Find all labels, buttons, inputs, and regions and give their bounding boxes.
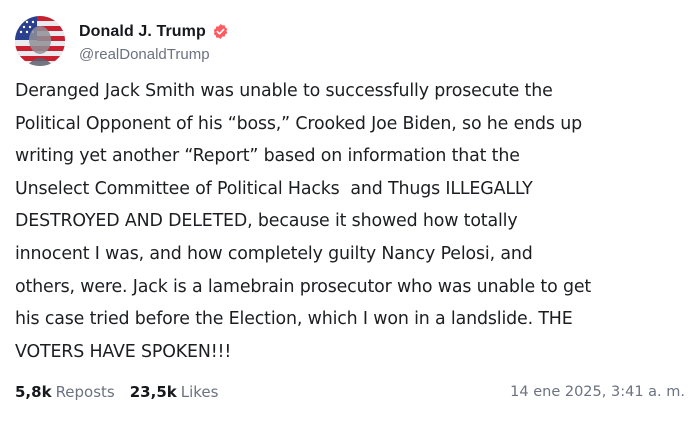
post-timestamp[interactable]: 14 ene 2025, 3:41 a. m. [510,384,685,400]
name-row: Donald J. Trump [79,20,229,44]
author-handle[interactable]: @realDonaldTrump [79,46,229,63]
post-text: Deranged Jack Smith was unable to succes… [15,81,592,362]
post-footer: 5,8k Reposts 23,5k Likes 14 ene 2025, 3:… [15,380,685,404]
reposts-label: Reposts [55,383,115,401]
likes-stat[interactable]: 23,5k Likes [130,383,219,401]
likes-label: Likes [180,383,219,401]
author-identity: Donald J. Trump @realDonaldTrump [79,20,229,63]
verified-badge-icon [212,23,229,40]
reposts-stat[interactable]: 5,8k Reposts [15,383,115,401]
likes-count: 23,5k [129,383,177,401]
reposts-count: 5,8k [15,383,52,401]
avatar-image [15,16,65,66]
post-stats: 5,8k Reposts 23,5k Likes [15,383,233,401]
post-header: Donald J. Trump @realDonaldTrump [15,15,229,67]
avatar[interactable] [15,16,65,66]
post-card: Donald J. Trump @realDonaldTrump Derange… [0,0,700,423]
display-name[interactable]: Donald J. Trump [79,23,206,41]
